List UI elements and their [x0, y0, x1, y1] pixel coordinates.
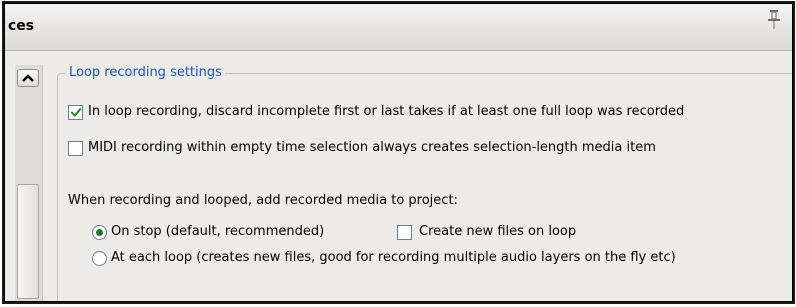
- midi-selection-length-checkbox[interactable]: [68, 141, 83, 156]
- scrollbar-thumb[interactable]: [17, 184, 39, 299]
- midi-selection-length-label[interactable]: MIDI recording within empty time selecti…: [88, 140, 656, 155]
- window-title: ces: [8, 18, 35, 34]
- discard-takes-label[interactable]: In loop recording, discard incomplete fi…: [88, 104, 684, 119]
- group-legend: Loop recording settings: [66, 65, 225, 80]
- preferences-panel: ces Loop recording settings In loop reco…: [4, 3, 793, 302]
- at-each-loop-label[interactable]: At each loop (creates new files, good fo…: [111, 250, 676, 265]
- scroll-up-button[interactable]: [17, 69, 39, 87]
- discard-takes-checkbox[interactable]: [68, 105, 83, 120]
- create-new-files-checkbox[interactable]: [397, 225, 412, 240]
- pin-icon[interactable]: [766, 8, 782, 30]
- at-each-loop-radio[interactable]: [92, 251, 107, 266]
- left-gutter: [5, 51, 13, 301]
- chevron-up-icon: [22, 74, 34, 82]
- on-stop-label[interactable]: On stop (default, recommended): [111, 224, 324, 239]
- create-new-files-label[interactable]: Create new files on loop: [419, 224, 576, 239]
- title-bar: ces: [5, 4, 792, 51]
- add-media-heading: When recording and looped, add recorded …: [68, 193, 458, 208]
- on-stop-radio[interactable]: [92, 225, 107, 240]
